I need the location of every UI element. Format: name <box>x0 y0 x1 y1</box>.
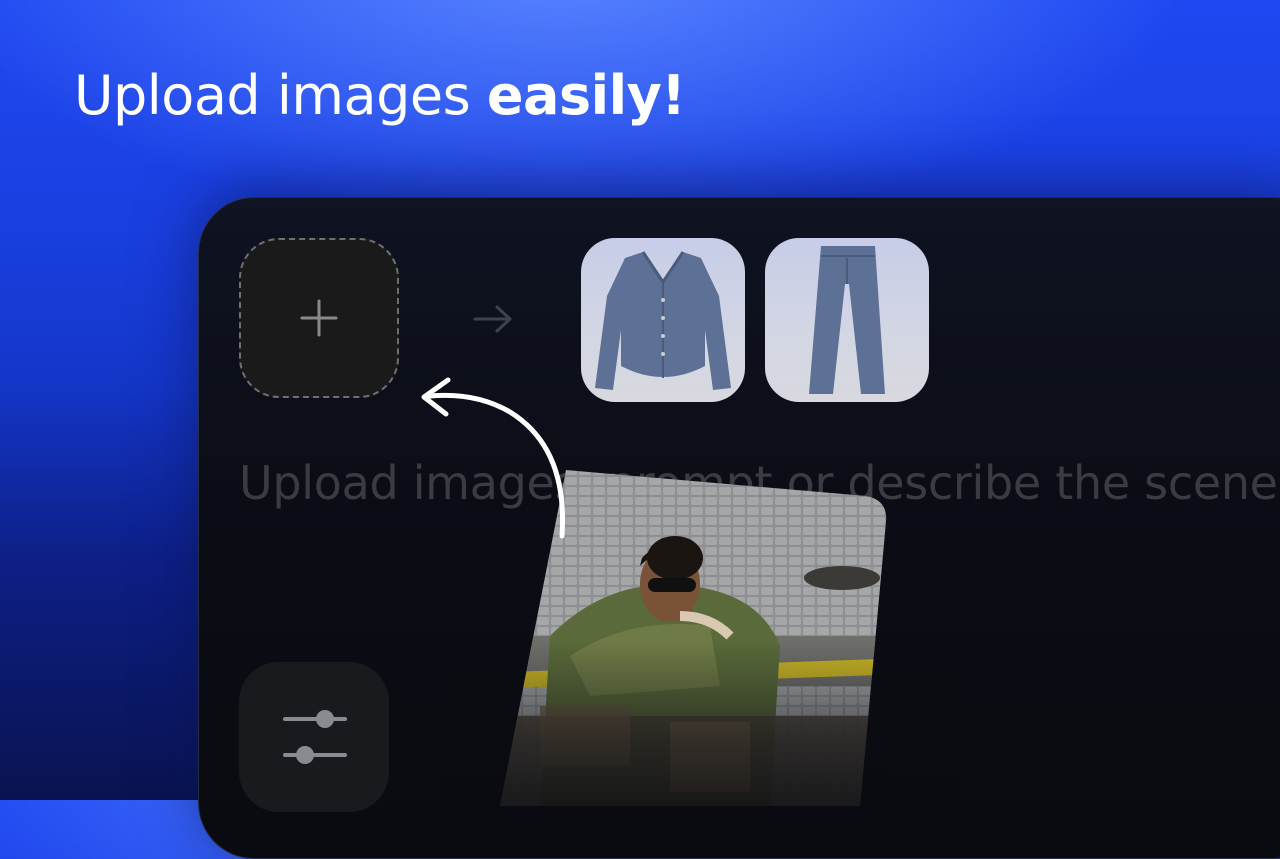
plus-icon <box>300 299 338 337</box>
headline: Upload images easily! <box>74 58 686 134</box>
street-photo-card <box>480 466 900 806</box>
cardigan-thumbnail[interactable] <box>581 238 745 402</box>
photo-image <box>500 470 887 806</box>
trousers-image <box>809 246 885 394</box>
settings-button[interactable] <box>239 662 389 812</box>
headline-bold: easily! <box>486 64 686 127</box>
sliders-icon <box>283 710 347 764</box>
upload-slot-button[interactable] <box>239 238 399 398</box>
arrow-right-icon <box>473 305 512 333</box>
headline-regular: Upload images <box>74 64 487 127</box>
trousers-thumbnail[interactable] <box>765 238 929 402</box>
cardigan-image <box>595 251 731 390</box>
